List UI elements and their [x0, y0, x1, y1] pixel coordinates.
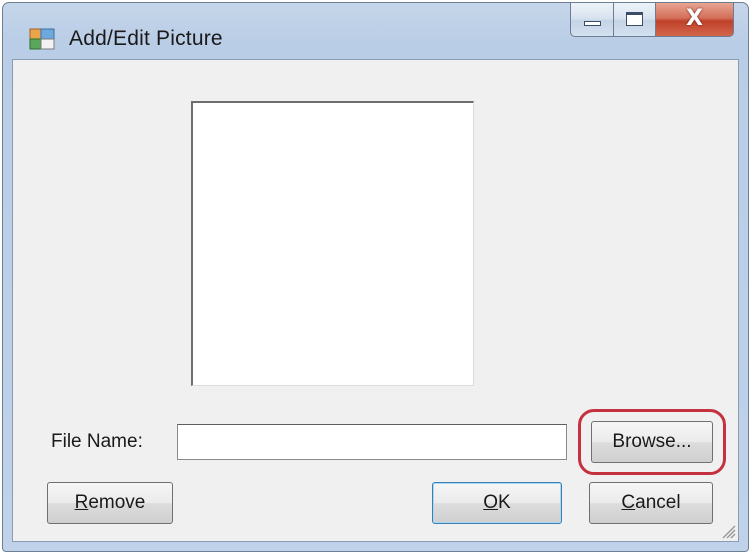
ok-button[interactable]: OK [432, 482, 562, 524]
browse-button[interactable]: Browse... [591, 421, 713, 463]
dialog-client-area: File Name: Browse... Remove OK Cancel [12, 59, 739, 542]
close-icon: X [686, 6, 703, 31]
window-title: Add/Edit Picture [69, 27, 223, 50]
resize-grip-icon[interactable] [718, 521, 736, 539]
maximize-button[interactable] [614, 3, 656, 37]
cancel-button[interactable]: Cancel [589, 482, 713, 524]
file-name-label: File Name: [51, 431, 143, 452]
file-name-input[interactable] [177, 424, 567, 460]
title-bar[interactable]: Add/Edit Picture X [3, 3, 748, 59]
app-icon [29, 28, 55, 50]
dialog-window: Add/Edit Picture X File Name: Browse... … [2, 2, 749, 552]
minimize-button[interactable] [570, 3, 614, 37]
close-button[interactable]: X [656, 3, 734, 37]
minimize-icon [584, 21, 601, 26]
remove-button[interactable]: Remove [47, 482, 173, 524]
maximize-icon [626, 12, 643, 26]
picture-preview [191, 101, 474, 386]
caption-buttons: X [570, 3, 734, 39]
